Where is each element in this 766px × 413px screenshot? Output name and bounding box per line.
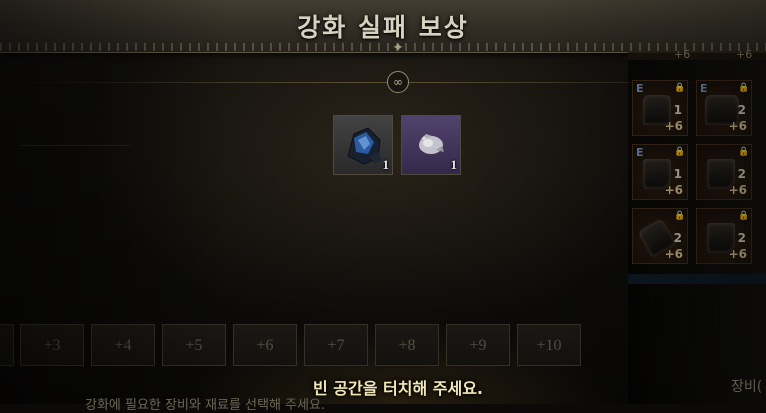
grade-letter: E: [700, 82, 708, 95]
inventory-slot[interactable]: E 🔒 1 +6: [632, 144, 688, 200]
enhance-level: +6: [664, 247, 683, 261]
level-slot[interactable]: +10: [517, 324, 581, 366]
title-banner: 강화 실패 보상 ✦: [0, 0, 766, 56]
enhance-level-bar: +3 +4 +5 +6 +7 +8 +9 +10: [0, 324, 600, 366]
lock-icon: 🔒: [674, 83, 686, 93]
enhance-level: +6: [728, 119, 747, 133]
level-slot[interactable]: +8: [375, 324, 439, 366]
tap-prompt[interactable]: 빈 공간을 터치해 주세요.: [0, 375, 766, 399]
grade-letter: E: [636, 146, 644, 159]
inventory-slot[interactable]: 🔒 2 +6: [696, 208, 752, 264]
reward-slot[interactable]: 1: [401, 115, 461, 175]
reward-slot[interactable]: 1: [333, 115, 393, 175]
level-slot[interactable]: +9: [446, 324, 510, 366]
inventory-top-strip: +6 +6: [628, 48, 766, 61]
level-slot[interactable]: +3: [20, 324, 84, 366]
item-level: 1: [673, 167, 682, 181]
enhance-level: +6: [664, 183, 683, 197]
level-slot[interactable]: +7: [304, 324, 368, 366]
item-level: 2: [737, 103, 746, 117]
emblem-icon: ✦: [392, 40, 404, 56]
lock-icon: 🔒: [738, 211, 750, 221]
level-slot[interactable]: +5: [162, 324, 226, 366]
inventory-row-divider: [628, 274, 766, 284]
item-count: 1: [450, 157, 458, 172]
item-level: 1: [673, 103, 682, 117]
link-icon: ∞: [387, 71, 409, 93]
inventory-slot[interactable]: E 🔒 1 +6: [632, 80, 688, 136]
grade-letter: E: [636, 82, 644, 95]
enhance-level: +6: [728, 247, 747, 261]
lock-icon: 🔒: [738, 147, 750, 157]
item-level: 2: [737, 231, 746, 245]
item-level: 2: [737, 167, 746, 181]
item-level: 2: [673, 231, 682, 245]
inventory-slot[interactable]: E 🔒 2 +6: [696, 80, 752, 136]
enhance-level: +6: [664, 119, 683, 133]
lock-icon: 🔒: [674, 211, 686, 221]
banner-ornament: [0, 43, 766, 51]
divider: [20, 145, 130, 146]
enhance-level: +6: [728, 183, 747, 197]
item-count: 1: [382, 157, 390, 172]
level-slot[interactable]: +6: [233, 324, 297, 366]
inventory-slot[interactable]: 🔒 2 +6: [632, 208, 688, 264]
lock-icon: 🔒: [738, 83, 750, 93]
page-title: 강화 실패 보상: [297, 13, 469, 42]
inventory-panel: E 🔒 1 +6 E 🔒 2 +6 E 🔒 1 +6 🔒 2 +6 🔒 2 +6…: [628, 60, 766, 404]
lock-icon: 🔒: [674, 147, 686, 157]
inventory-slot[interactable]: 🔒 2 +6: [696, 144, 752, 200]
level-slot: [0, 324, 14, 366]
level-slot[interactable]: +4: [91, 324, 155, 366]
